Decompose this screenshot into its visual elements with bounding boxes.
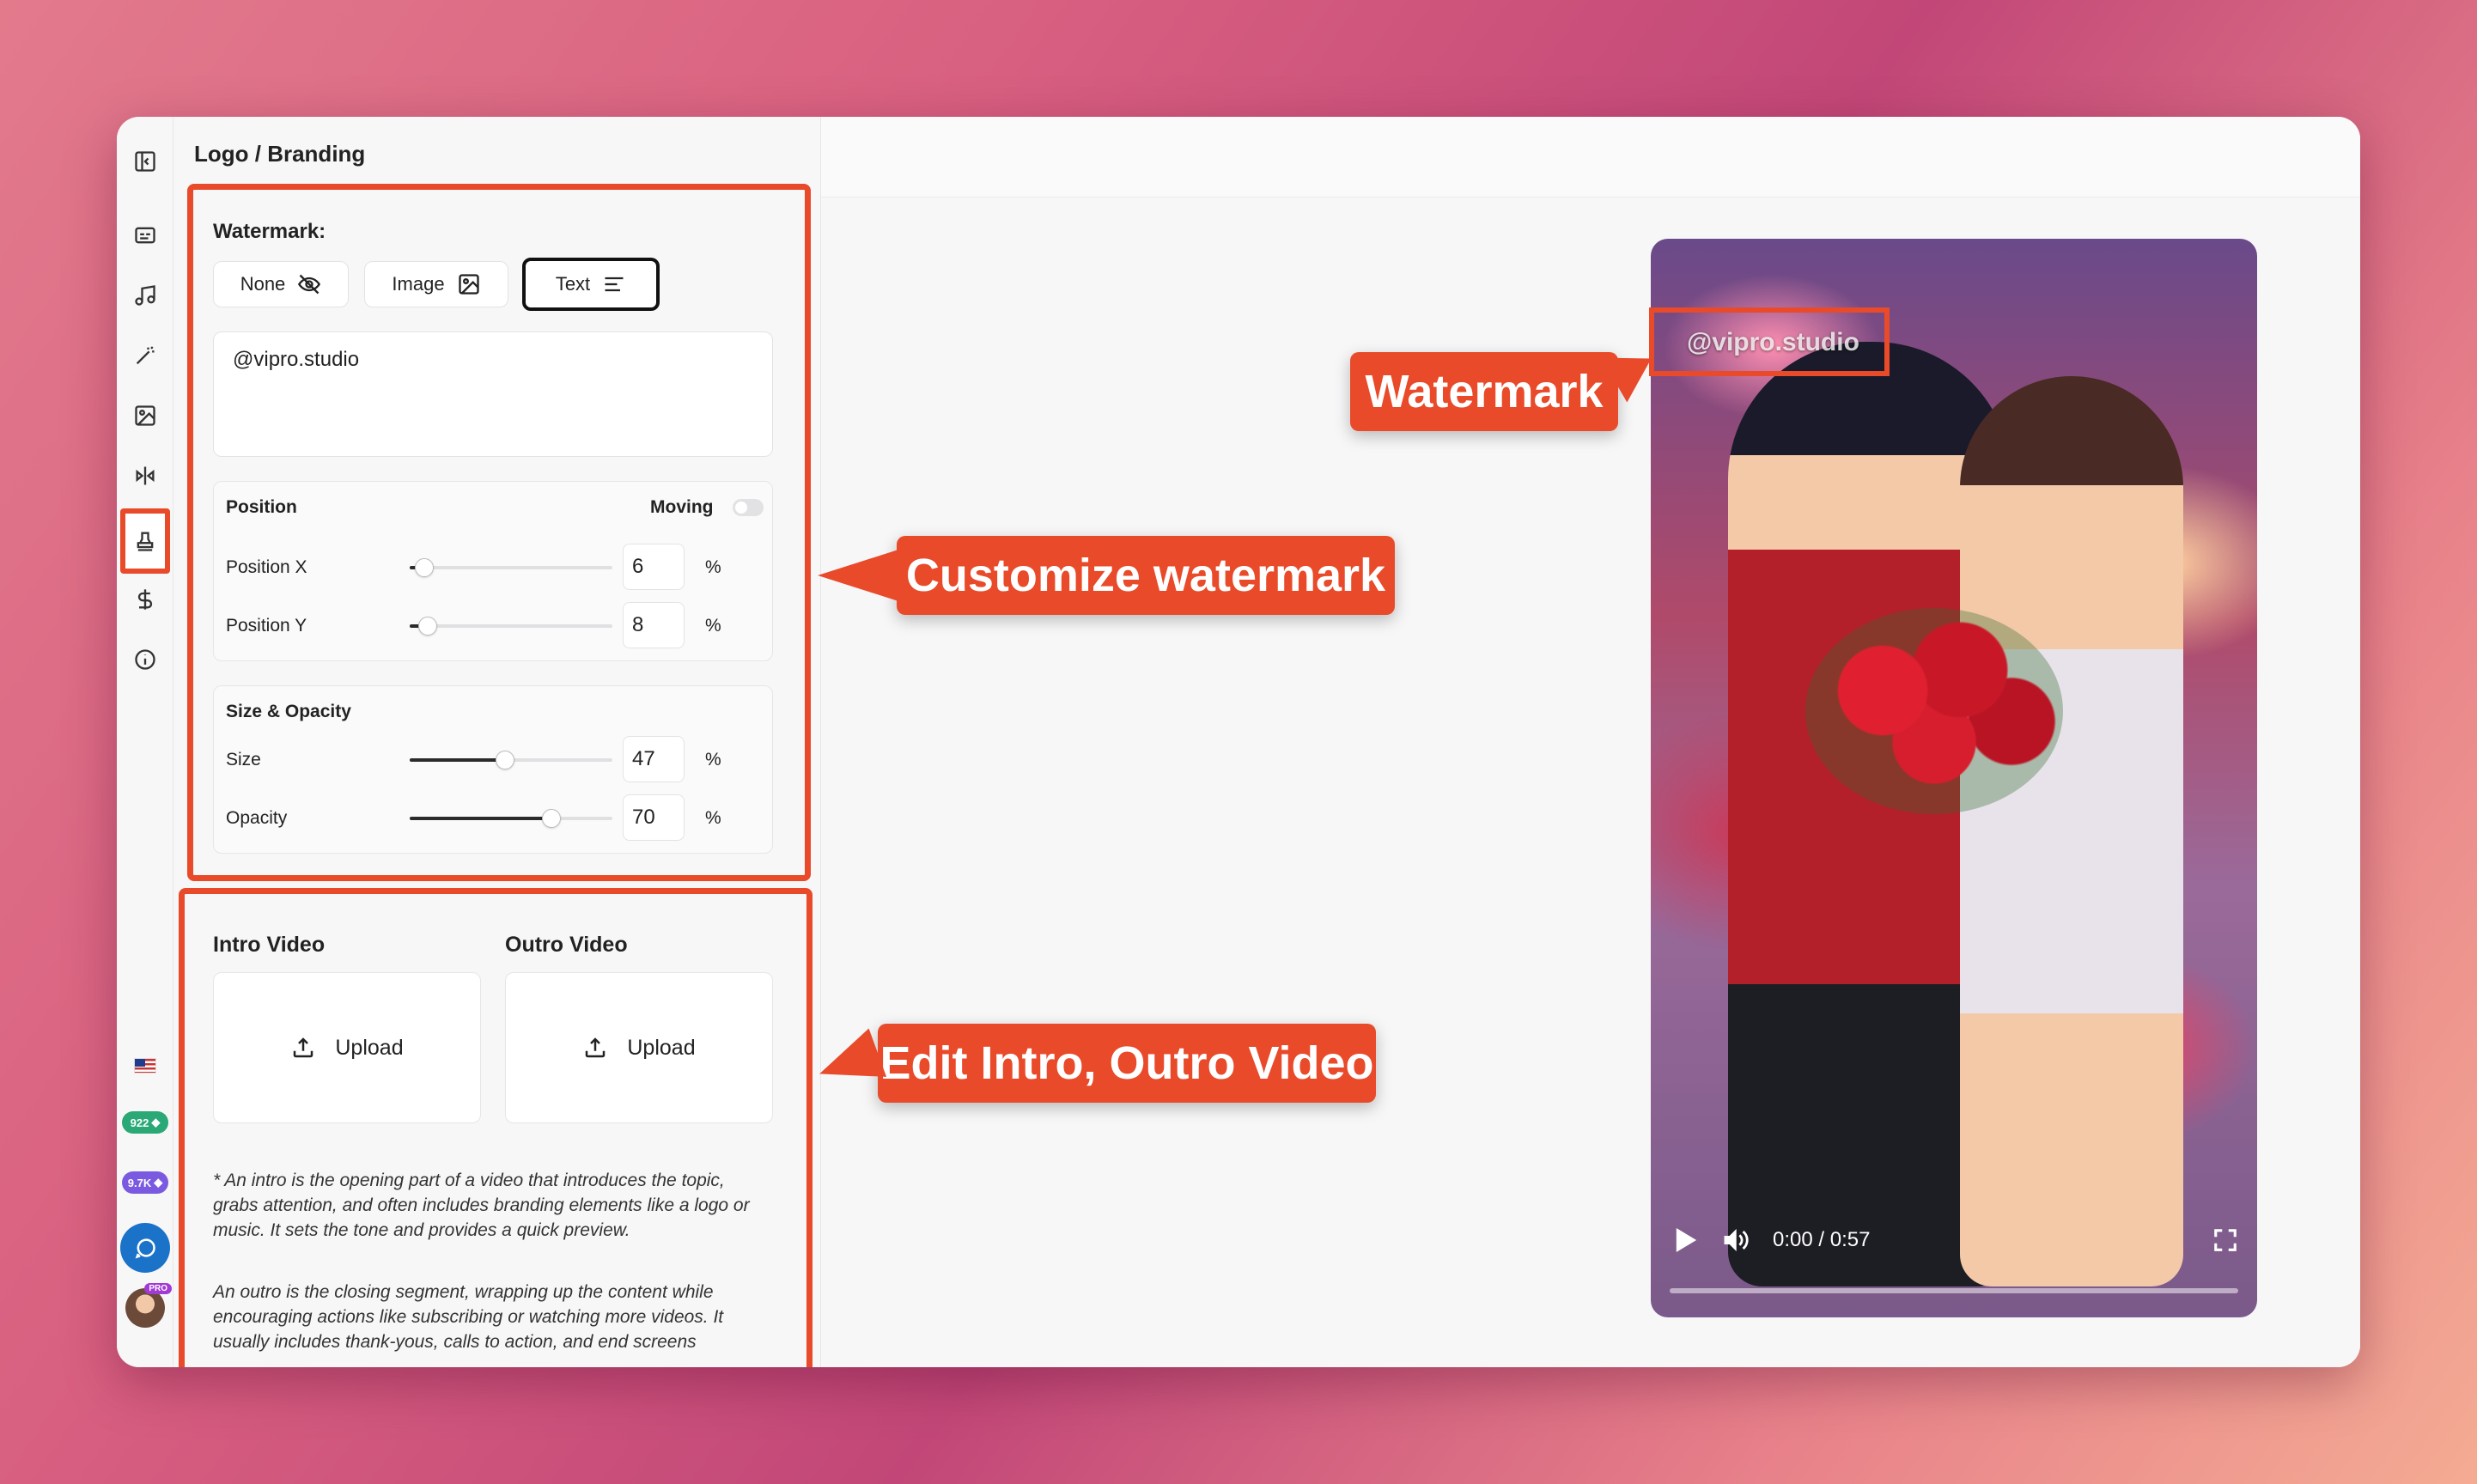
volume-icon[interactable] — [1721, 1226, 1750, 1255]
opacity-label: Opacity — [226, 808, 288, 828]
chat-bubble-icon — [135, 1238, 155, 1259]
watermark-label: Watermark: — [213, 220, 326, 243]
eye-off-icon — [298, 274, 321, 295]
credits-badge-green[interactable]: 922 ◆ — [122, 1111, 168, 1134]
outro-upload-button[interactable]: Upload — [505, 972, 773, 1123]
percent-unit: % — [705, 616, 721, 636]
stamp-icon[interactable] — [120, 508, 170, 574]
magic-wand-icon[interactable] — [131, 342, 159, 369]
intro-video-title: Intro Video — [213, 933, 326, 957]
music-icon[interactable] — [131, 282, 159, 309]
video-player[interactable]: @vipro.studio 0:00 / 0:57 — [1651, 239, 2257, 1317]
play-icon[interactable] — [1670, 1226, 1699, 1255]
video-progress-bar[interactable] — [1670, 1288, 2238, 1293]
pro-badge: PRO — [144, 1283, 172, 1294]
upload-icon — [586, 1037, 606, 1058]
upload-icon — [294, 1037, 313, 1058]
position-x-label: Position X — [226, 557, 307, 577]
watermark-text-button[interactable]: Text — [522, 258, 660, 311]
intro-description: * An intro is the opening part of a vide… — [213, 1171, 750, 1240]
callout-customize-watermark: Customize watermark — [897, 536, 1395, 615]
sidebar-rail: 922 ◆ 9.7K ◆ PRO — [117, 117, 173, 1367]
position-title: Position — [226, 497, 297, 517]
watermark-none-button[interactable]: None — [213, 261, 349, 307]
callout-pointer — [818, 550, 898, 601]
panel-title: Logo / Branding — [194, 141, 366, 167]
percent-unit: % — [705, 750, 721, 769]
text-lines-icon — [605, 277, 624, 292]
position-x-input[interactable]: 6 — [623, 544, 685, 590]
position-y-label: Position Y — [226, 616, 307, 636]
info-icon[interactable] — [131, 646, 159, 673]
subtitles-icon[interactable] — [131, 222, 159, 249]
percent-unit: % — [705, 557, 721, 577]
video-frame-roses — [1805, 608, 2063, 814]
outro-video-title: Outro Video — [505, 933, 628, 957]
opacity-slider[interactable] — [410, 809, 612, 828]
size-opacity-title: Size & Opacity — [226, 702, 351, 721]
chat-button[interactable] — [120, 1223, 170, 1273]
size-label: Size — [226, 750, 261, 769]
gem-icon: ◆ — [154, 1176, 163, 1189]
moving-label: Moving — [650, 497, 714, 517]
watermark-text-input[interactable]: @vipro.studio — [213, 331, 773, 457]
position-card: Position Moving Position X 6 % Position … — [213, 481, 773, 661]
fullscreen-icon[interactable] — [2212, 1227, 2238, 1253]
avatar[interactable]: PRO — [125, 1283, 172, 1328]
collapse-sidebar-icon[interactable] — [131, 148, 159, 175]
branding-panel: Logo / Branding Watermark: None Image Te… — [173, 117, 821, 1367]
percent-unit: % — [705, 808, 721, 828]
gem-icon: ◆ — [151, 1116, 161, 1128]
credits-badge-purple[interactable]: 9.7K ◆ — [122, 1171, 168, 1194]
position-x-slider[interactable] — [410, 558, 612, 577]
moving-toggle[interactable] — [733, 499, 764, 516]
opacity-input[interactable]: 70 — [623, 794, 685, 841]
position-y-slider[interactable] — [410, 617, 612, 636]
outro-description: An outro is the closing segment, wrappin… — [213, 1282, 724, 1352]
image-video-icon[interactable] — [131, 402, 159, 429]
size-slider[interactable] — [410, 751, 612, 769]
us-flag-icon[interactable] — [134, 1058, 156, 1073]
size-opacity-card: Size & Opacity Size 47 % Opacity 70 % — [213, 685, 773, 854]
preview-header — [821, 117, 2360, 198]
image-icon — [458, 274, 479, 295]
video-frame-figure — [1960, 376, 2183, 1286]
dollar-icon[interactable] — [131, 586, 159, 613]
intro-upload-button[interactable]: Upload — [213, 972, 481, 1123]
video-time: 0:00 / 0:57 — [1773, 1228, 1871, 1251]
watermark-highlight-box — [1649, 307, 1890, 376]
size-input[interactable]: 47 — [623, 736, 685, 782]
callout-intro-outro: Edit Intro, Outro Video — [878, 1024, 1376, 1103]
position-y-input[interactable]: 8 — [623, 602, 685, 648]
transition-icon[interactable] — [131, 462, 159, 490]
video-controls: 0:00 / 0:57 — [1670, 1223, 2238, 1257]
watermark-image-button[interactable]: Image — [364, 261, 508, 307]
callout-watermark: Watermark — [1350, 352, 1618, 431]
